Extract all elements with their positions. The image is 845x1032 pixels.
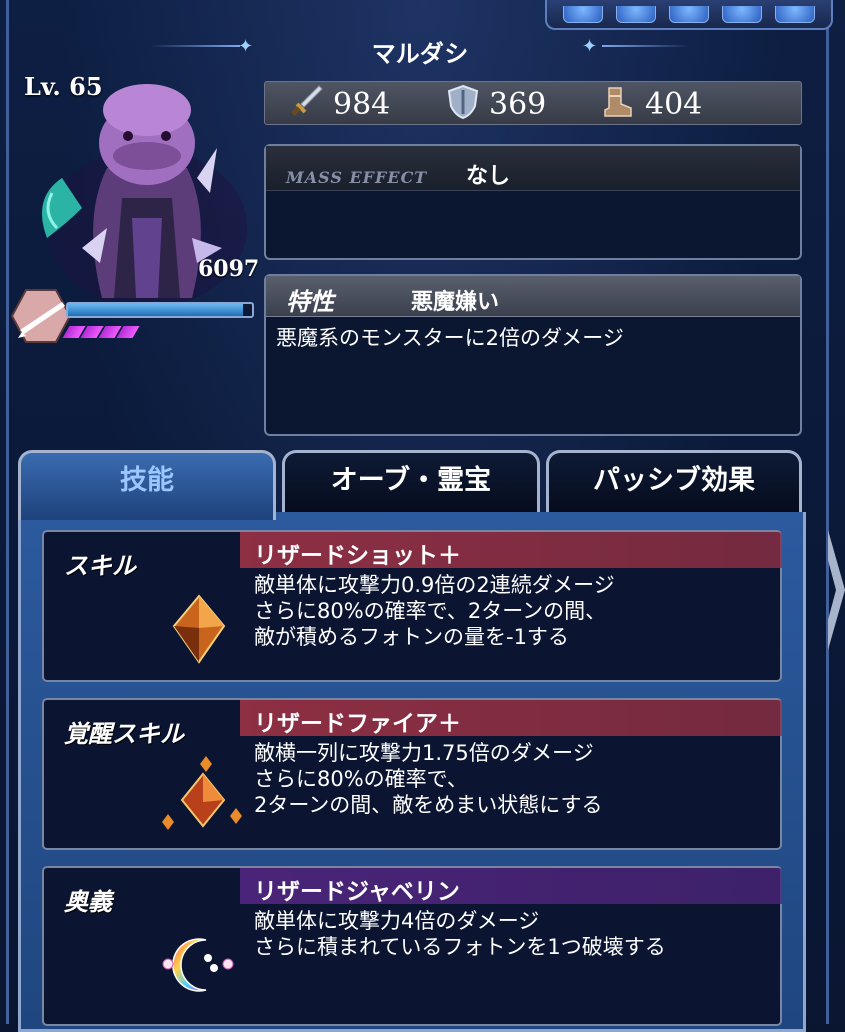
rainbow-moon-icon xyxy=(154,920,244,1010)
indicator-dot xyxy=(721,5,762,23)
skill-header: リザードショット＋ xyxy=(240,532,782,569)
indicator-dot xyxy=(616,5,657,23)
page-indicators[interactable] xyxy=(545,0,833,30)
skill-line: さらに80%の確率で、 xyxy=(254,767,468,791)
boot-icon xyxy=(599,84,635,124)
tab-passive-label: パッシブ効果 xyxy=(593,465,755,496)
indicator-dot xyxy=(668,5,709,23)
trait-name: 悪魔嫌い xyxy=(411,290,500,315)
awakened-crystal-icon xyxy=(158,752,248,842)
stats-bar: 984 369 404 xyxy=(264,81,802,125)
shield-icon xyxy=(447,84,479,124)
defense-value: 369 xyxy=(489,86,547,122)
sword-icon xyxy=(287,84,323,124)
skill-description: 敵単体に攻撃力0.9倍の2連続ダメージ さらに80%の確率で、2ターンの間、 敵… xyxy=(254,572,615,650)
tab-skills-label: 技能 xyxy=(120,465,174,496)
skill-line: 敵単体に攻撃力4倍のダメージ xyxy=(254,909,540,933)
trait-description: 悪魔系のモンスターに2倍のダメージ xyxy=(276,326,624,350)
chevron-right-icon[interactable] xyxy=(828,520,845,660)
hp-value: 6097 xyxy=(198,256,260,282)
skill-line: 敵が積めるフォトンの量を-1する xyxy=(254,625,569,649)
skill-pips xyxy=(62,326,140,338)
trait-label: 特性 xyxy=(286,288,334,316)
mass-effect-value: なし xyxy=(466,164,511,189)
tab-orbs-label: オーブ・霊宝 xyxy=(330,465,492,496)
attack-value: 984 xyxy=(333,86,391,122)
indicator-dot xyxy=(563,5,604,23)
skill-card[interactable]: 覚醒スキル リザードファイア＋ 敵横一列に攻撃力1.75倍のダメージ さらに80… xyxy=(42,698,782,850)
attack-stat: 984 xyxy=(287,84,391,124)
skill-line: さらに積まれているフォトンを1つ破壊する xyxy=(254,935,666,959)
skill-line: 敵単体に攻撃力0.9倍の2連続ダメージ xyxy=(254,573,615,597)
hp-bar-fill xyxy=(68,304,243,316)
indicator-dot xyxy=(774,5,815,23)
mass-effect-header: MASS EFFECT なし xyxy=(266,146,800,191)
tab-skills[interactable]: 技能 xyxy=(18,450,276,520)
skill-type: 奥義 xyxy=(64,888,112,916)
skill-header: リザードファイア＋ xyxy=(240,700,782,737)
speed-stat: 404 xyxy=(599,86,702,122)
skill-line: さらに80%の確率で、2ターンの間、 xyxy=(254,599,607,623)
trait-header: 特性 悪魔嫌い xyxy=(266,276,800,317)
mass-effect-panel: MASS EFFECT なし xyxy=(264,144,802,260)
skill-card[interactable]: 奥義 リザードジャベリン 敵単体に攻撃力4倍のダメージ さらに積まれているフォト… xyxy=(42,866,782,1026)
character-level: Lv. 65 xyxy=(24,72,103,101)
tab-passive[interactable]: パッシブ効果 xyxy=(546,450,802,512)
mass-effect-label: MASS EFFECT xyxy=(286,168,428,187)
orange-crystal-icon xyxy=(154,584,244,674)
skill-card[interactable]: スキル リザードショット＋ 敵単体に攻撃力0.9倍の2連続ダメージ さらに80%… xyxy=(42,530,782,682)
hp-bar xyxy=(66,302,254,318)
skill-type: 覚醒スキル xyxy=(64,720,184,748)
skill-type: スキル xyxy=(64,552,136,580)
skill-line: 2ターンの間、敵をめまい状態にする xyxy=(254,793,603,817)
skill-line: 敵横一列に攻撃力1.75倍のダメージ xyxy=(254,741,594,765)
defense-stat: 369 xyxy=(447,84,547,124)
speed-value: 404 xyxy=(645,86,703,122)
skill-name: リザードショット＋ xyxy=(254,543,461,569)
skill-description: 敵横一列に攻撃力1.75倍のダメージ さらに80%の確率で、 2ターンの間、敵を… xyxy=(254,740,603,818)
tab-orbs[interactable]: オーブ・霊宝 xyxy=(282,450,540,512)
trait-panel: 特性 悪魔嫌い 悪魔系のモンスターに2倍のダメージ xyxy=(264,274,802,436)
skill-description: 敵単体に攻撃力4倍のダメージ さらに積まれているフォトンを1つ破壊する xyxy=(254,908,666,960)
skill-header: リザードジャベリン xyxy=(240,868,782,905)
skill-name: リザードファイア＋ xyxy=(254,711,461,737)
skill-name: リザードジャベリン xyxy=(254,879,460,905)
